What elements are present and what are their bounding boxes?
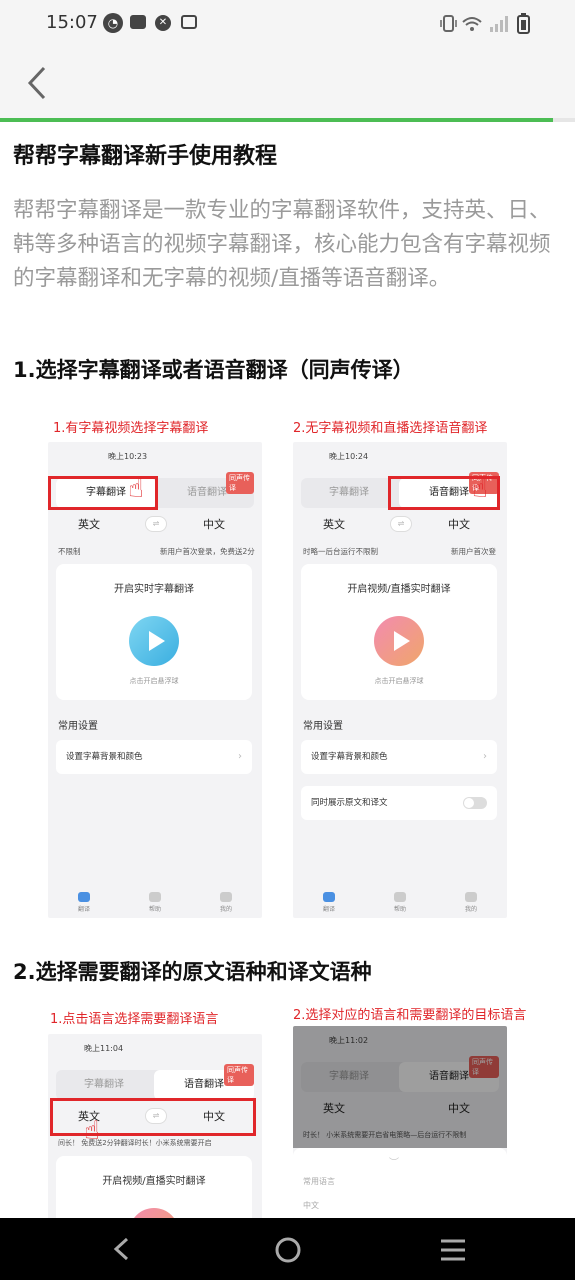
settings-section-label: 常用设置	[58, 721, 98, 732]
figure2-caption-left: 1.点击语言选择需要翻译语言	[50, 1012, 219, 1027]
play-icon	[129, 616, 179, 666]
language-sheet: ︶ 常用语言 中文	[293, 1148, 507, 1218]
phone-bottom-nav: 翻译 帮助 我的	[48, 888, 262, 918]
phone-time: 晚上11:04	[84, 1044, 124, 1053]
notice-right: 新用户首次登	[451, 547, 496, 556]
signal-icon	[490, 16, 508, 32]
lang-from: 英文	[323, 518, 345, 531]
tab-subtitle-translate: 字幕翻译	[329, 487, 369, 498]
card-hint: 点击开启悬浮球	[374, 677, 424, 685]
nav-home-icon[interactable]	[274, 1236, 302, 1264]
card-title: 开启实时字幕翻译	[114, 584, 194, 595]
row-label: 同时展示原文和译文	[311, 798, 388, 808]
chevron-right-icon: ›	[238, 751, 242, 762]
card-title: 开启视频/直播实时翻译	[102, 1176, 206, 1187]
notice-right: 新用户首次登录，免费送2分	[160, 547, 255, 556]
realtime-card: 开启视频/直播实时翻译 点击开启悬浮球	[301, 564, 497, 700]
nav-menu-icon[interactable]	[439, 1238, 467, 1262]
figure1-caption-left: 1.有字幕视频选择字幕翻译	[53, 421, 209, 436]
back-icon[interactable]	[24, 64, 52, 102]
help-icon	[394, 892, 406, 902]
nav-help: 帮助	[135, 892, 175, 913]
figure2-right-screenshot: 晚上11:02 字幕翻译 语音翻译 同声传译 英文 中文 时长！ 小米系统需要开…	[293, 1026, 507, 1218]
nav-translate: 翻译	[309, 892, 349, 913]
article-intro: 帮帮字幕翻译是一款专业的字幕翻译软件，支持英、日、韩等多种语言的视频字幕翻译，核…	[13, 198, 551, 291]
notice: 间长！ 免费送2分钟翻译时长！小米系统需要开启	[58, 1139, 212, 1147]
sheet-label-chinese: 中文	[303, 1201, 319, 1210]
highlight-box-language-row	[50, 1098, 256, 1136]
swap-icon: ⇌	[145, 516, 167, 532]
figure2-caption-right: 2.选择对应的语言和需要翻译的目标语言	[293, 1008, 527, 1023]
tab-badge: 同声传译	[224, 1064, 254, 1086]
settings-row-show-both: 同时展示原文和译文	[301, 786, 497, 820]
phone-status-bar: 晚上11:04	[48, 1034, 262, 1060]
nav-me: 我的	[451, 892, 491, 913]
chevron-right-icon: ›	[483, 751, 487, 762]
notice-left: 时略一后台运行不限制	[303, 547, 378, 556]
settings-row-subtitle-style: 设置字幕背景和颜色 ›	[301, 740, 497, 774]
lang-to: 中文	[203, 518, 225, 531]
speed-icon: ◔	[103, 13, 123, 33]
sheet-label-common: 常用语言	[303, 1177, 335, 1186]
realtime-card: 开启实时字幕翻译 点击开启悬浮球	[56, 564, 252, 700]
nav-help: 帮助	[380, 892, 420, 913]
section-1-heading: 1.选择字幕翻译或者语音翻译（同声传译）	[13, 358, 414, 382]
status-bar: 15:07 ◔ ✕	[0, 0, 575, 48]
sheet-handle-icon: ︶	[389, 1158, 399, 1169]
tab-badge: 同声传译	[226, 472, 254, 494]
dim-overlay	[293, 1026, 507, 1148]
tab-subtitle-translate: 字幕翻译	[84, 1079, 124, 1090]
row-label: 设置字幕背景和颜色	[311, 752, 388, 762]
translate-icon	[78, 892, 90, 902]
notice-left: 不限制	[58, 547, 81, 556]
phone-status-bar: 晚上10:24	[293, 442, 507, 468]
settings-row-subtitle-style: 设置字幕背景和颜色 ›	[56, 740, 252, 774]
profile-icon	[220, 892, 232, 902]
figure1-caption-right: 2.无字幕视频和直播选择语音翻译	[293, 421, 488, 436]
phone-tabs: 字幕翻译 语音翻译 同声传译	[56, 1064, 254, 1100]
settings-section-label: 常用设置	[303, 721, 343, 732]
article-content[interactable]: 帮帮字幕翻译新手使用教程 帮帮字幕翻译是一款专业的字幕翻译软件，支持英、日、韩等…	[0, 122, 575, 1218]
swap-icon: ⇌	[390, 516, 412, 532]
phone-status-bar: 晚上10:23	[48, 442, 262, 468]
phone-time: 晚上10:24	[329, 452, 369, 461]
app-bar	[0, 48, 575, 118]
row-label: 设置字幕背景和颜色	[66, 752, 143, 762]
section-2-heading: 2.选择需要翻译的原文语种和译文语种	[13, 960, 372, 984]
message-icon	[130, 15, 146, 29]
play-icon	[374, 616, 424, 666]
status-time: 15:07	[46, 12, 98, 33]
realtime-card: 开启视频/直播实时翻译	[56, 1156, 252, 1218]
figure1-right-screenshot: 晚上10:24 字幕翻译 语音翻译 同声传译 英文 ⇌ 中文 时略一后台运行不限…	[293, 442, 507, 918]
system-indicators	[440, 13, 530, 34]
translate-icon	[323, 892, 335, 902]
nav-me: 我的	[206, 892, 246, 913]
card-title: 开启视频/直播实时翻译	[347, 584, 451, 595]
nav-translate: 翻译	[64, 892, 104, 913]
shield-icon: ✕	[155, 15, 171, 31]
vibrate-icon	[440, 15, 457, 32]
help-icon	[149, 892, 161, 902]
profile-icon	[465, 892, 477, 902]
lang-from: 英文	[78, 518, 100, 531]
calendar-icon	[181, 15, 197, 29]
figure1-left-screenshot: 晚上10:23 字幕翻译 语音翻译 同声传译 英文 ⇌ 中文 不限制 新用户首次…	[48, 442, 262, 918]
lang-to: 中文	[448, 518, 470, 531]
system-nav-bar	[0, 1218, 575, 1280]
card-hint: 点击开启悬浮球	[129, 677, 179, 685]
battery-icon	[517, 13, 530, 34]
phone-time: 晚上10:23	[108, 452, 148, 461]
phone-bottom-nav: 翻译 帮助 我的	[293, 888, 507, 918]
toggle-switch	[463, 797, 487, 809]
nav-back-icon[interactable]	[110, 1236, 134, 1262]
pointing-hand-icon: ☝	[472, 474, 488, 504]
article-title: 帮帮字幕翻译新手使用教程	[13, 144, 278, 169]
wifi-icon	[462, 17, 482, 31]
play-icon	[129, 1208, 179, 1218]
pointing-hand-icon: ☝	[128, 474, 144, 504]
pointing-hand-icon: ☝	[84, 1116, 100, 1146]
